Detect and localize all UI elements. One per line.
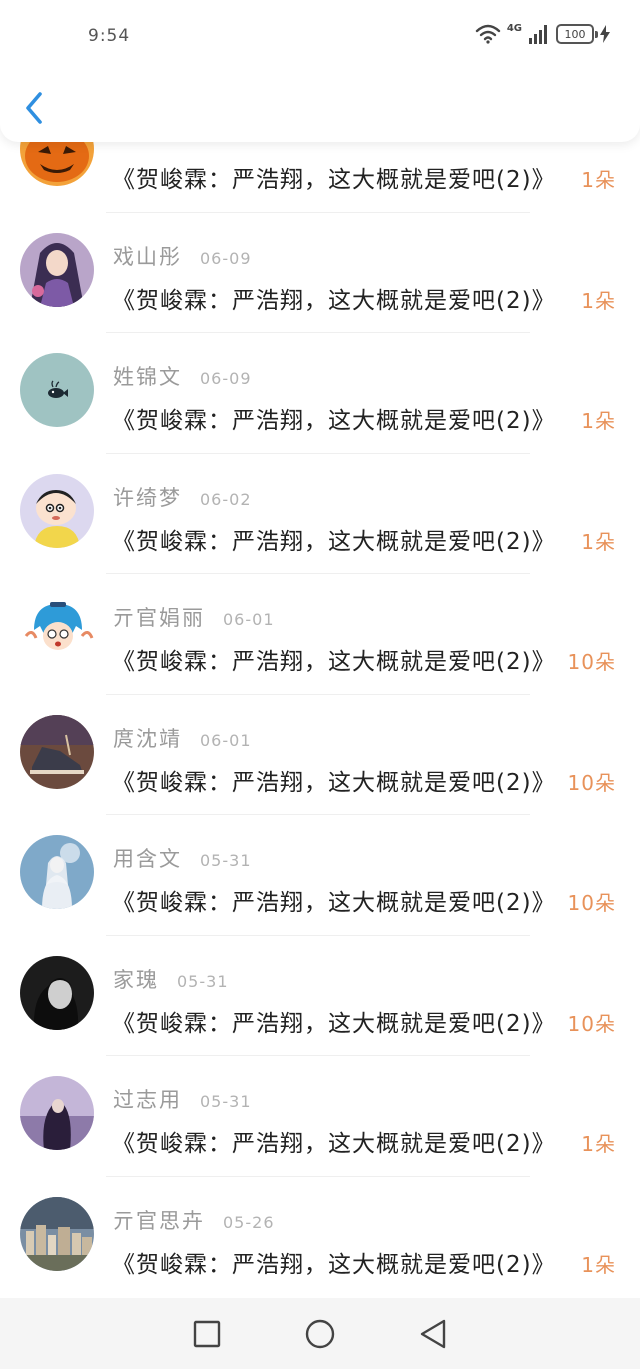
back-triangle-icon <box>421 1319 446 1348</box>
article-title: 《贺峻霖：严浩翔，这大概就是爱吧(2)》 <box>112 769 556 796</box>
user-name: 戏山彤 <box>113 244 182 269</box>
gift-date: 06-09 <box>200 369 252 388</box>
gift-date: 06-02 <box>200 489 252 509</box>
gift-meta: 许绮梦 06-02 <box>113 482 252 512</box>
article-title: 《贺峻霖：严浩翔，这大概就是爱吧(2)》 <box>112 408 556 434</box>
whale-avatar-icon <box>20 353 94 427</box>
article-title: 《贺峻霖：严浩翔，这大概就是爱吧(2)》 <box>112 1010 556 1037</box>
wifi-icon <box>475 24 501 44</box>
sneaker-avatar-icon <box>20 714 94 789</box>
status-time: 9:54 <box>88 26 131 46</box>
list-item[interactable]: 亓官思卉 05-26 《贺峻霖：严浩翔，这大概就是爱吧(2)》 1朵 <box>0 1177 640 1298</box>
purple-girl-avatar-icon <box>20 1076 94 1150</box>
user-name: 庹沈靖 <box>113 726 182 751</box>
user-name: 家瑰 <box>113 967 159 992</box>
list-item[interactable]: 亓官娟丽 06-01 《贺峻霖：严浩翔，这大概就是爱吧(2)》 10朵 <box>0 574 640 695</box>
top-header: 9:54 4G 100 <box>0 0 640 142</box>
avatar[interactable] <box>20 714 94 789</box>
home-button[interactable] <box>300 1314 340 1354</box>
charging-bolt-icon <box>600 25 610 43</box>
user-name: 许绮梦 <box>113 485 182 510</box>
user-name: 亓官娟丽 <box>113 606 205 630</box>
avatar[interactable] <box>20 1076 94 1150</box>
list-item[interactable]: 戏山彤 06-09 《贺峻霖：严浩翔，这大概就是爱吧(2)》 1朵 <box>0 213 640 333</box>
bw-portrait-avatar-icon <box>20 955 94 1030</box>
flower-count: 1朵 <box>581 168 616 192</box>
anime-girl-avatar-icon <box>20 232 94 307</box>
gift-list: 《贺峻霖：严浩翔，这大概就是爱吧(2)》 1朵 戏山彤 06-09 《贺峻霖：严… <box>0 92 640 1297</box>
avatar[interactable] <box>20 473 94 548</box>
recent-apps-button[interactable] <box>187 1314 227 1354</box>
user-name: 用含文 <box>113 847 182 871</box>
list-item[interactable]: 姓锦文 06-09 《贺峻霖：严浩翔，这大概就是爱吧(2)》 1朵 <box>0 333 640 454</box>
network-type: 4G <box>506 22 522 34</box>
user-name: 姓锦文 <box>113 365 182 389</box>
list-item[interactable]: 许绮梦 06-02 《贺峻霖：严浩翔，这大概就是爱吧(2)》 1朵 <box>0 454 640 574</box>
article-title: 《贺峻霖：严浩翔，这大概就是爱吧(2)》 <box>112 528 556 555</box>
gift-meta: 庹沈靖 06-01 <box>113 723 252 753</box>
avatar[interactable] <box>20 835 94 909</box>
avatar[interactable] <box>20 1196 94 1271</box>
system-nav-bar <box>0 1298 640 1369</box>
gift-meta: 家瑰 05-31 <box>113 964 229 994</box>
article-title: 《贺峻霖：严浩翔，这大概就是爱吧(2)》 <box>112 167 556 193</box>
chevron-left-icon <box>26 92 42 124</box>
signal-icon <box>529 25 547 44</box>
list-item[interactable]: 用含文 05-31 《贺峻霖：严浩翔，这大概就是爱吧(2)》 10朵 <box>0 815 640 936</box>
gift-meta: 用含文 05-31 <box>113 843 252 873</box>
article-title: 《贺峻霖：严浩翔，这大概就是爱吧(2)》 <box>112 649 556 675</box>
article-title: 《贺峻霖：严浩翔，这大概就是爱吧(2)》 <box>112 890 556 916</box>
list-item[interactable]: 家瑰 05-31 《贺峻霖：严浩翔，这大概就是爱吧(2)》 10朵 <box>0 936 640 1056</box>
gift-meta: 过志用 05-31 <box>113 1084 252 1114</box>
gift-date: 05-26 <box>223 1212 275 1232</box>
flower-count: 10朵 <box>567 770 616 795</box>
system-back-button[interactable] <box>413 1314 453 1354</box>
flower-count: 10朵 <box>567 650 616 674</box>
recent-apps-icon <box>193 1320 220 1347</box>
battery-icon: 100 <box>556 24 598 44</box>
home-icon <box>305 1319 335 1348</box>
gift-date: 05-31 <box>200 1092 252 1111</box>
gift-meta: 亓官娟丽 06-01 <box>113 602 275 632</box>
article-title: 《贺峻霖：严浩翔，这大概就是爱吧(2)》 <box>112 1251 556 1278</box>
gift-date: 05-31 <box>200 851 252 870</box>
battery-level: 100 <box>564 27 586 41</box>
gift-date: 05-31 <box>177 971 229 991</box>
gift-meta: 姓锦文 06-09 <box>113 361 252 391</box>
avatar[interactable] <box>20 955 94 1030</box>
flower-count: 1朵 <box>581 409 616 433</box>
gift-meta: 亓官思卉 05-26 <box>113 1205 275 1235</box>
status-icons: 4G 100 <box>475 22 610 44</box>
gift-date: 06-01 <box>200 730 252 750</box>
avatar[interactable] <box>20 232 94 307</box>
list-item[interactable]: 庹沈靖 06-01 《贺峻霖：严浩翔，这大概就是爱吧(2)》 10朵 <box>0 695 640 815</box>
flower-count: 10朵 <box>567 1011 616 1036</box>
user-name: 过志用 <box>113 1088 182 1112</box>
flower-count: 1朵 <box>581 288 616 313</box>
avatar[interactable] <box>20 594 94 668</box>
back-button[interactable] <box>18 88 54 128</box>
flower-count: 1朵 <box>581 529 616 554</box>
city-skyline-avatar-icon <box>20 1196 94 1271</box>
cartoon-boy-avatar-icon <box>20 473 94 548</box>
gift-date: 06-01 <box>223 610 275 629</box>
article-title: 《贺峻霖：严浩翔，这大概就是爱吧(2)》 <box>112 287 556 314</box>
flower-count: 10朵 <box>567 891 616 915</box>
gift-list-screen: 《贺峻霖：严浩翔，这大概就是爱吧(2)》 1朵 戏山彤 06-09 《贺峻霖：严… <box>0 0 640 1369</box>
gift-date: 06-09 <box>200 248 252 268</box>
avatar[interactable] <box>20 353 94 427</box>
angel-girl-avatar-icon <box>20 835 94 909</box>
list-item[interactable]: 过志用 05-31 《贺峻霖：严浩翔，这大概就是爱吧(2)》 1朵 <box>0 1056 640 1177</box>
article-title: 《贺峻霖：严浩翔，这大概就是爱吧(2)》 <box>112 1131 556 1157</box>
blue-hair-chibi-avatar-icon <box>20 594 94 668</box>
flower-count: 1朵 <box>581 1252 616 1277</box>
user-name: 亓官思卉 <box>113 1208 205 1233</box>
flower-count: 1朵 <box>581 1132 616 1156</box>
gift-meta: 戏山彤 06-09 <box>113 241 252 271</box>
